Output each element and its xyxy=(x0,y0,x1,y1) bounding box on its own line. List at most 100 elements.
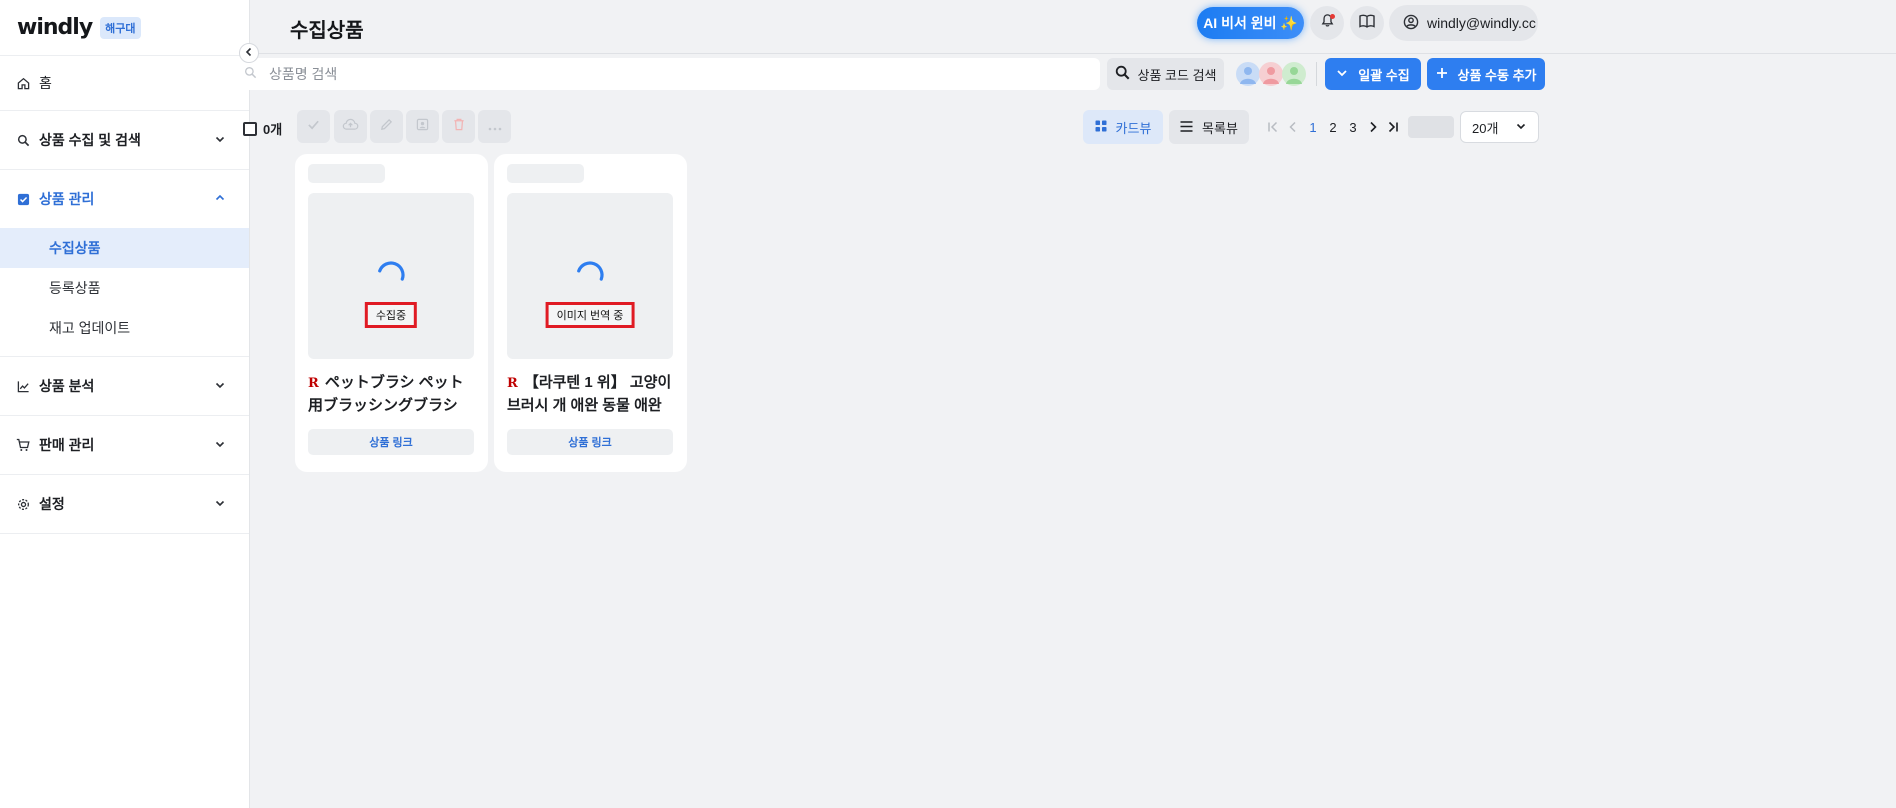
sidebar-item-collect-search[interactable]: 상품 수집 및 검색 xyxy=(0,111,249,169)
card-view-button[interactable]: 카드뷰 xyxy=(1083,110,1163,144)
delete-button[interactable] xyxy=(442,110,475,143)
status-badge: 수집중 xyxy=(364,302,418,328)
sidebar: windly 해구대 홈 상품 수집 및 검색 상품 관리 수집상품 등록상품 … xyxy=(0,0,250,808)
per-page-value: 20개 xyxy=(1472,120,1499,136)
brand: windly 해구대 xyxy=(0,0,249,56)
user-email: windly@windly.cc xyxy=(1427,15,1536,31)
rakuten-logo-icon: R xyxy=(507,376,518,391)
nav-home-group: 홈 xyxy=(0,56,249,111)
select-all[interactable]: 0개 xyxy=(243,119,282,138)
plus-icon xyxy=(1436,67,1448,82)
product-search-box[interactable] xyxy=(234,58,1100,90)
search-input[interactable] xyxy=(269,66,1100,82)
ai-assistant-button[interactable]: AI 비서 윈비 ✨ xyxy=(1197,7,1304,39)
sidebar-item-stock-update[interactable]: 재고 업데이트 xyxy=(0,308,249,348)
per-page-select[interactable]: 20개 xyxy=(1460,111,1539,143)
divider xyxy=(1316,62,1317,86)
product-title[interactable]: Rペットブラシ ペット用ブラッシングブラシ ペ... xyxy=(308,372,476,416)
avatar xyxy=(1259,62,1283,86)
confirm-button[interactable] xyxy=(297,110,330,143)
search-icon xyxy=(15,132,31,148)
sidebar-item-home[interactable]: 홈 xyxy=(0,56,249,110)
loading-spinner-icon xyxy=(378,261,405,281)
sidebar-item-label: 홈 xyxy=(39,75,52,91)
profile-button[interactable] xyxy=(406,110,439,143)
list-view-button[interactable]: 목록뷰 xyxy=(1169,110,1249,144)
sidebar-item-settings[interactable]: 설정 xyxy=(0,475,249,533)
sidebar-item-sales-manage[interactable]: 판매 관리 xyxy=(0,416,249,474)
product-link-button[interactable]: 상품 링크 xyxy=(308,429,474,455)
product-title[interactable]: R【라쿠텐 1 위】 고양이 브러시 개 애완 동물 애완 동... xyxy=(507,372,675,416)
book-icon xyxy=(1359,14,1375,33)
region-badge: 해구대 xyxy=(100,16,141,39)
page-1[interactable]: 1 xyxy=(1303,117,1323,137)
avatar xyxy=(1236,62,1260,86)
home-icon xyxy=(15,75,31,91)
sidebar-collapse-button[interactable] xyxy=(239,43,259,63)
user-account-button[interactable]: windly@windly.cc xyxy=(1389,5,1538,41)
sidebar-item-collected-products[interactable]: 수집상품 xyxy=(0,228,249,268)
cloud-upload-icon xyxy=(342,118,359,136)
sidebar-item-label: 상품 관리 xyxy=(39,191,95,207)
grid-icon xyxy=(1095,120,1107,135)
pencil-icon xyxy=(380,118,393,136)
search-icon xyxy=(1115,65,1130,83)
id-card-icon xyxy=(416,118,429,136)
product-thumbnail: 이미지 번역 중 xyxy=(507,193,673,359)
page-input-placeholder xyxy=(1408,116,1454,138)
manual-add-button[interactable]: 상품 수동 추가 xyxy=(1427,58,1545,90)
skeleton-title xyxy=(308,164,385,183)
sidebar-item-label: 상품 분석 xyxy=(39,378,95,394)
sidebar-item-label: 상품 수집 및 검색 xyxy=(39,132,141,148)
bulk-collect-button[interactable]: 일괄 수집 xyxy=(1325,58,1421,90)
chevron-left-icon xyxy=(244,44,254,62)
chevron-down-icon xyxy=(1336,67,1348,82)
sidebar-item-product-analysis[interactable]: 상품 분석 xyxy=(0,357,249,415)
chart-icon xyxy=(15,378,31,394)
upload-button[interactable] xyxy=(334,110,367,143)
product-thumbnail: 수집중 xyxy=(308,193,474,359)
sidebar-item-product-manage[interactable]: 상품 관리 xyxy=(0,170,249,228)
edit-button[interactable] xyxy=(370,110,403,143)
loading-spinner-icon xyxy=(577,261,604,281)
notification-button[interactable] xyxy=(1310,6,1344,40)
product-card[interactable]: 이미지 번역 중 R【라쿠텐 1 위】 고양이 브러시 개 애완 동물 애완 동… xyxy=(494,154,687,472)
guide-button[interactable] xyxy=(1350,6,1384,40)
product-code-search-button[interactable]: 상품 코드 검색 xyxy=(1107,58,1224,90)
list-icon xyxy=(1180,120,1193,135)
search-icon xyxy=(244,66,257,82)
nav-group-sales: 판매 관리 xyxy=(0,416,249,475)
rakuten-logo-icon: R xyxy=(308,376,319,391)
next-page-icon[interactable] xyxy=(1363,117,1383,137)
collaborator-avatars[interactable] xyxy=(1236,62,1306,88)
nav-group-analysis: 상품 분석 xyxy=(0,357,249,416)
chevron-down-icon xyxy=(214,132,226,148)
nav-group-settings: 설정 xyxy=(0,475,249,534)
trash-icon xyxy=(453,118,465,136)
first-page-icon[interactable] xyxy=(1263,117,1283,137)
notification-dot xyxy=(1330,14,1335,19)
sidebar-item-registered-products[interactable]: 등록상품 xyxy=(0,268,249,308)
windly-logo[interactable]: windly xyxy=(17,15,93,40)
more-button[interactable] xyxy=(478,110,511,143)
last-page-icon[interactable] xyxy=(1383,117,1403,137)
product-title-text: ペットブラシ ペット用ブラッシングブラシ ペ... xyxy=(308,374,464,414)
chevron-down-icon xyxy=(1515,120,1527,135)
sidebar-item-label: 판매 관리 xyxy=(39,437,95,453)
select-all-checkbox[interactable] xyxy=(243,121,257,136)
page-3[interactable]: 3 xyxy=(1343,117,1363,137)
product-manage-submenu: 수집상품 등록상품 재고 업데이트 xyxy=(0,228,249,356)
chevron-up-icon xyxy=(214,191,226,207)
cart-icon xyxy=(15,437,31,453)
product-title-text: 【라쿠텐 1 위】 고양이 브러시 개 애완 동물 애완 동... xyxy=(507,374,672,414)
manual-add-label: 상품 수동 추가 xyxy=(1457,67,1537,83)
product-link-button[interactable]: 상품 링크 xyxy=(507,429,673,455)
checkbox-icon xyxy=(15,191,31,207)
page-2[interactable]: 2 xyxy=(1323,117,1343,137)
list-view-label: 목록뷰 xyxy=(1202,120,1238,136)
chevron-down-icon xyxy=(214,437,226,453)
more-icon xyxy=(488,118,502,136)
product-card[interactable]: 수집중 Rペットブラシ ペット用ブラッシングブラシ ペ... 상품 링크 xyxy=(295,154,488,472)
prev-page-icon[interactable] xyxy=(1283,117,1303,137)
bulk-collect-label: 일괄 수집 xyxy=(1358,67,1410,83)
